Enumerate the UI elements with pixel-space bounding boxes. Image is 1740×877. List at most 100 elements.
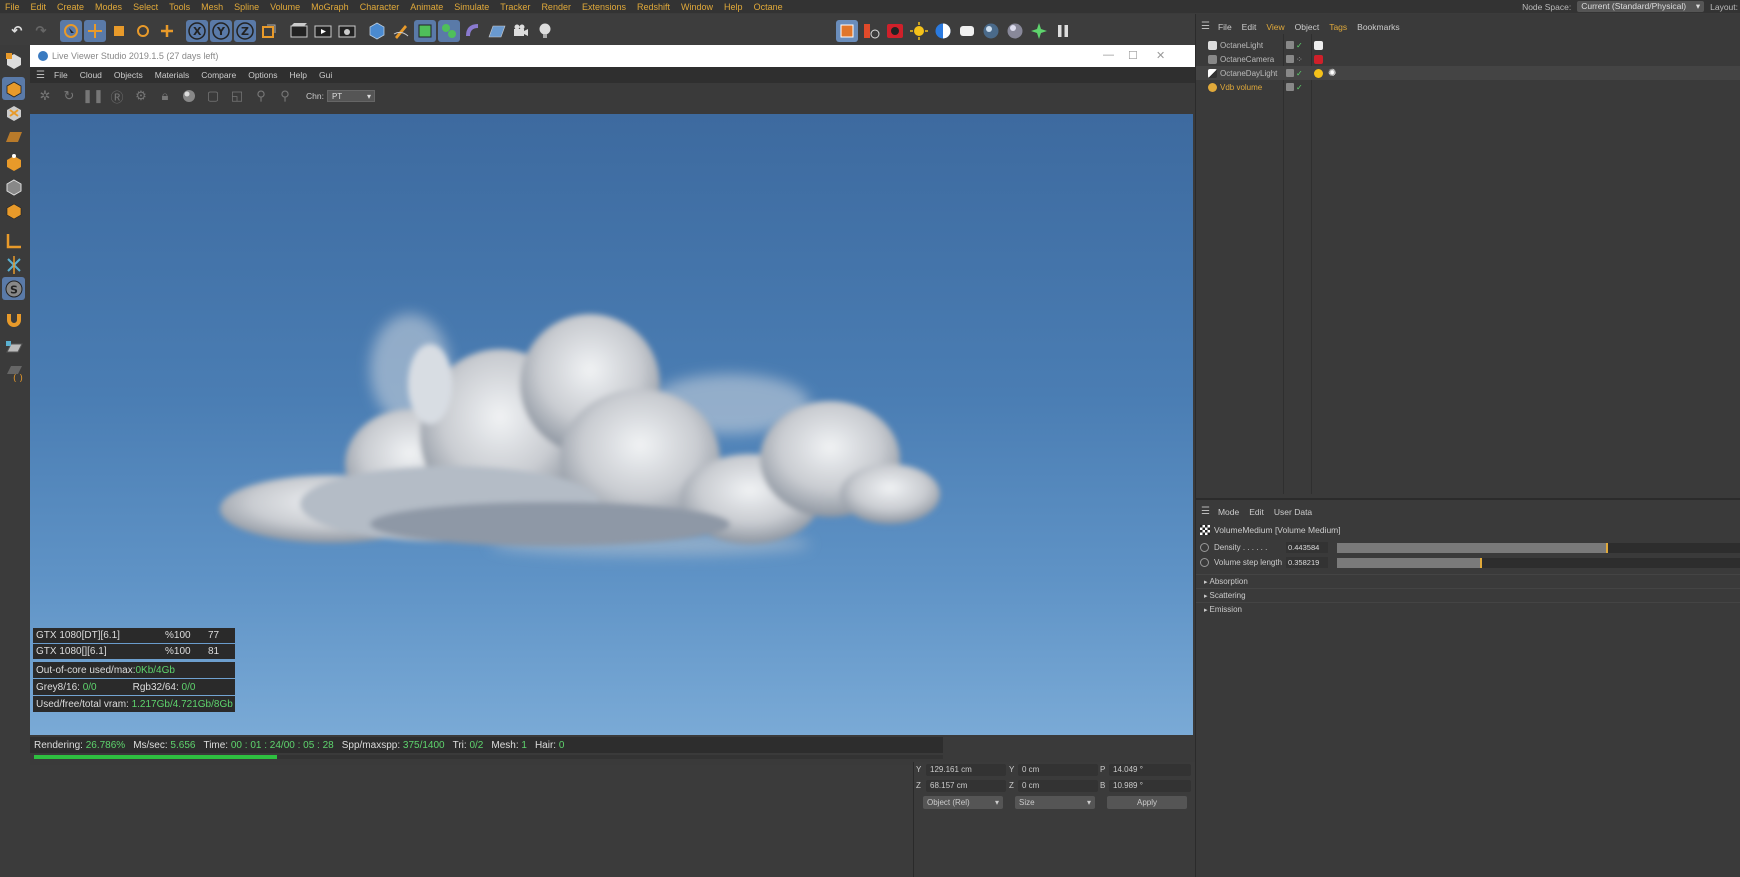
position-y-field[interactable]: 129.161 cm	[926, 764, 1006, 776]
send-scene-icon[interactable]: ✲	[36, 87, 54, 105]
pick-focus-icon[interactable]: ⚲	[252, 87, 270, 105]
undo-icon[interactable]: ↶	[6, 20, 28, 42]
menu-tracker[interactable]: Tracker	[495, 2, 536, 12]
pen-icon[interactable]	[390, 20, 412, 42]
render-settings-icon[interactable]	[336, 20, 358, 42]
object-name[interactable]: OctaneDayLight	[1220, 69, 1277, 78]
workplane-mode-icon[interactable]	[2, 125, 25, 148]
cloner-icon[interactable]	[438, 20, 460, 42]
octane-camera-tag-icon[interactable]	[1314, 54, 1323, 64]
animate-radio[interactable]	[1200, 543, 1209, 552]
menu-extensions[interactable]: Extensions	[577, 2, 632, 12]
attr-menu-edit[interactable]: Edit	[1249, 507, 1264, 517]
workplane-grid-icon[interactable]	[2, 337, 25, 360]
object-row[interactable]: OctaneLight ✓	[1196, 38, 1740, 52]
light-icon[interactable]	[534, 20, 556, 42]
solo-mode-icon[interactable]: S	[2, 277, 25, 300]
restart-icon[interactable]: ↻	[60, 87, 78, 105]
enabled-check-icon[interactable]: ✓	[1296, 83, 1303, 92]
visibility-toggle[interactable]	[1286, 83, 1294, 91]
size-y-field[interactable]: 0 cm	[1018, 764, 1098, 776]
texture-mode-icon[interactable]	[2, 101, 25, 124]
lv-menu-options[interactable]: Options	[248, 70, 277, 80]
volume-step-slider[interactable]	[1337, 558, 1740, 568]
move-icon[interactable]	[84, 20, 106, 42]
lv-menu-compare[interactable]: Compare	[201, 70, 236, 80]
add-icon[interactable]	[156, 20, 178, 42]
visibility-toggle[interactable]	[1286, 55, 1294, 63]
menu-edit[interactable]: Edit	[26, 2, 53, 12]
object-name[interactable]: OctaneLight	[1220, 41, 1263, 50]
size-z-field[interactable]: 0 cm	[1018, 780, 1098, 792]
subsample-icon[interactable]: ◱	[228, 87, 246, 105]
size-mode-select[interactable]: Size	[1015, 796, 1095, 809]
lv-menu-materials[interactable]: Materials	[155, 70, 189, 80]
om-menu-view[interactable]: View	[1266, 22, 1284, 32]
lv-menu-cloud[interactable]: Cloud	[80, 70, 102, 80]
om-menu-tags[interactable]: Tags	[1329, 22, 1347, 32]
hamburger-icon[interactable]: ☰	[36, 70, 46, 81]
octane-environment-icon[interactable]	[932, 20, 954, 42]
attr-menu-user-data[interactable]: User Data	[1274, 507, 1312, 517]
menu-spline[interactable]: Spline	[229, 2, 265, 12]
visibility-toggle[interactable]	[1286, 69, 1294, 77]
render-viewport[interactable]: GTX 1080[DT][6.1] %100 77 GTX 1080[][6.1…	[30, 114, 1193, 735]
pause-icon[interactable]	[1052, 20, 1074, 42]
floor-icon[interactable]	[486, 20, 508, 42]
lv-menu-objects[interactable]: Objects	[114, 70, 143, 80]
edges-mode-icon[interactable]	[2, 175, 25, 198]
make-editable-icon[interactable]	[2, 49, 25, 72]
menu-mograph[interactable]: MoGraph	[306, 2, 355, 12]
coordinate-system-icon[interactable]	[258, 20, 280, 42]
subdivision-icon[interactable]	[414, 20, 436, 42]
attr-menu-mode[interactable]: Mode	[1218, 507, 1239, 517]
volume-step-field[interactable]: 0.358219	[1286, 557, 1328, 568]
position-z-field[interactable]: 68.157 cm	[926, 780, 1006, 792]
octane-arealight-icon[interactable]	[956, 20, 978, 42]
object-row[interactable]: OctaneDayLight ✓ ✺	[1196, 66, 1740, 80]
deformer-icon[interactable]	[462, 20, 484, 42]
x-axis-icon[interactable]: X	[186, 20, 208, 42]
z-axis-icon[interactable]: Z	[234, 20, 256, 42]
y-axis-icon[interactable]: Y	[210, 20, 232, 42]
cube-icon[interactable]	[366, 20, 388, 42]
camera-icon[interactable]	[510, 20, 532, 42]
om-menu-edit[interactable]: Edit	[1242, 22, 1257, 32]
render-region-icon[interactable]	[288, 20, 310, 42]
quantize-icon[interactable]: ( )	[2, 361, 25, 384]
layout-label[interactable]: Layout:	[1710, 2, 1738, 12]
object-name[interactable]: Vdb volume	[1220, 83, 1262, 92]
menu-simulate[interactable]: Simulate	[449, 2, 495, 12]
menu-create[interactable]: Create	[52, 2, 90, 12]
om-menu-object[interactable]: Object	[1295, 22, 1320, 32]
menu-help[interactable]: Help	[719, 2, 749, 12]
octane-sphere-icon[interactable]	[1004, 20, 1026, 42]
apply-button[interactable]: Apply	[1107, 796, 1187, 809]
camera-dots-icon[interactable]: ⁘	[1296, 55, 1303, 64]
polygons-mode-icon[interactable]	[2, 199, 25, 222]
octane-render-icon[interactable]	[860, 20, 882, 42]
octane-daylight-icon[interactable]	[908, 20, 930, 42]
hamburger-icon[interactable]: ☰	[1201, 21, 1210, 32]
live-selection-icon[interactable]	[60, 20, 82, 42]
channel-select[interactable]: PT	[326, 90, 375, 103]
enabled-check-icon[interactable]: ✓	[1296, 41, 1303, 50]
section-emission[interactable]: Emission	[1196, 602, 1740, 615]
menu-file[interactable]: File	[0, 2, 26, 12]
object-row[interactable]: Vdb volume ✓	[1196, 80, 1740, 94]
menu-mesh[interactable]: Mesh	[196, 2, 229, 12]
menu-window[interactable]: Window	[676, 2, 719, 12]
menu-tools[interactable]: Tools	[164, 2, 196, 12]
visibility-toggle[interactable]	[1286, 41, 1294, 49]
lv-menu-help[interactable]: Help	[290, 70, 307, 80]
animate-radio[interactable]	[1200, 558, 1209, 567]
om-menu-file[interactable]: File	[1218, 22, 1232, 32]
menu-animate[interactable]: Animate	[405, 2, 449, 12]
maximize-icon[interactable]: ☐	[1128, 49, 1138, 62]
settings-gear-icon[interactable]: ⚙	[132, 87, 150, 105]
om-menu-bookmarks[interactable]: Bookmarks	[1357, 22, 1400, 32]
pause-render-icon[interactable]: ❚❚	[82, 87, 104, 105]
menu-character[interactable]: Character	[355, 2, 406, 12]
menu-select[interactable]: Select	[128, 2, 164, 12]
scale-icon[interactable]	[108, 20, 130, 42]
